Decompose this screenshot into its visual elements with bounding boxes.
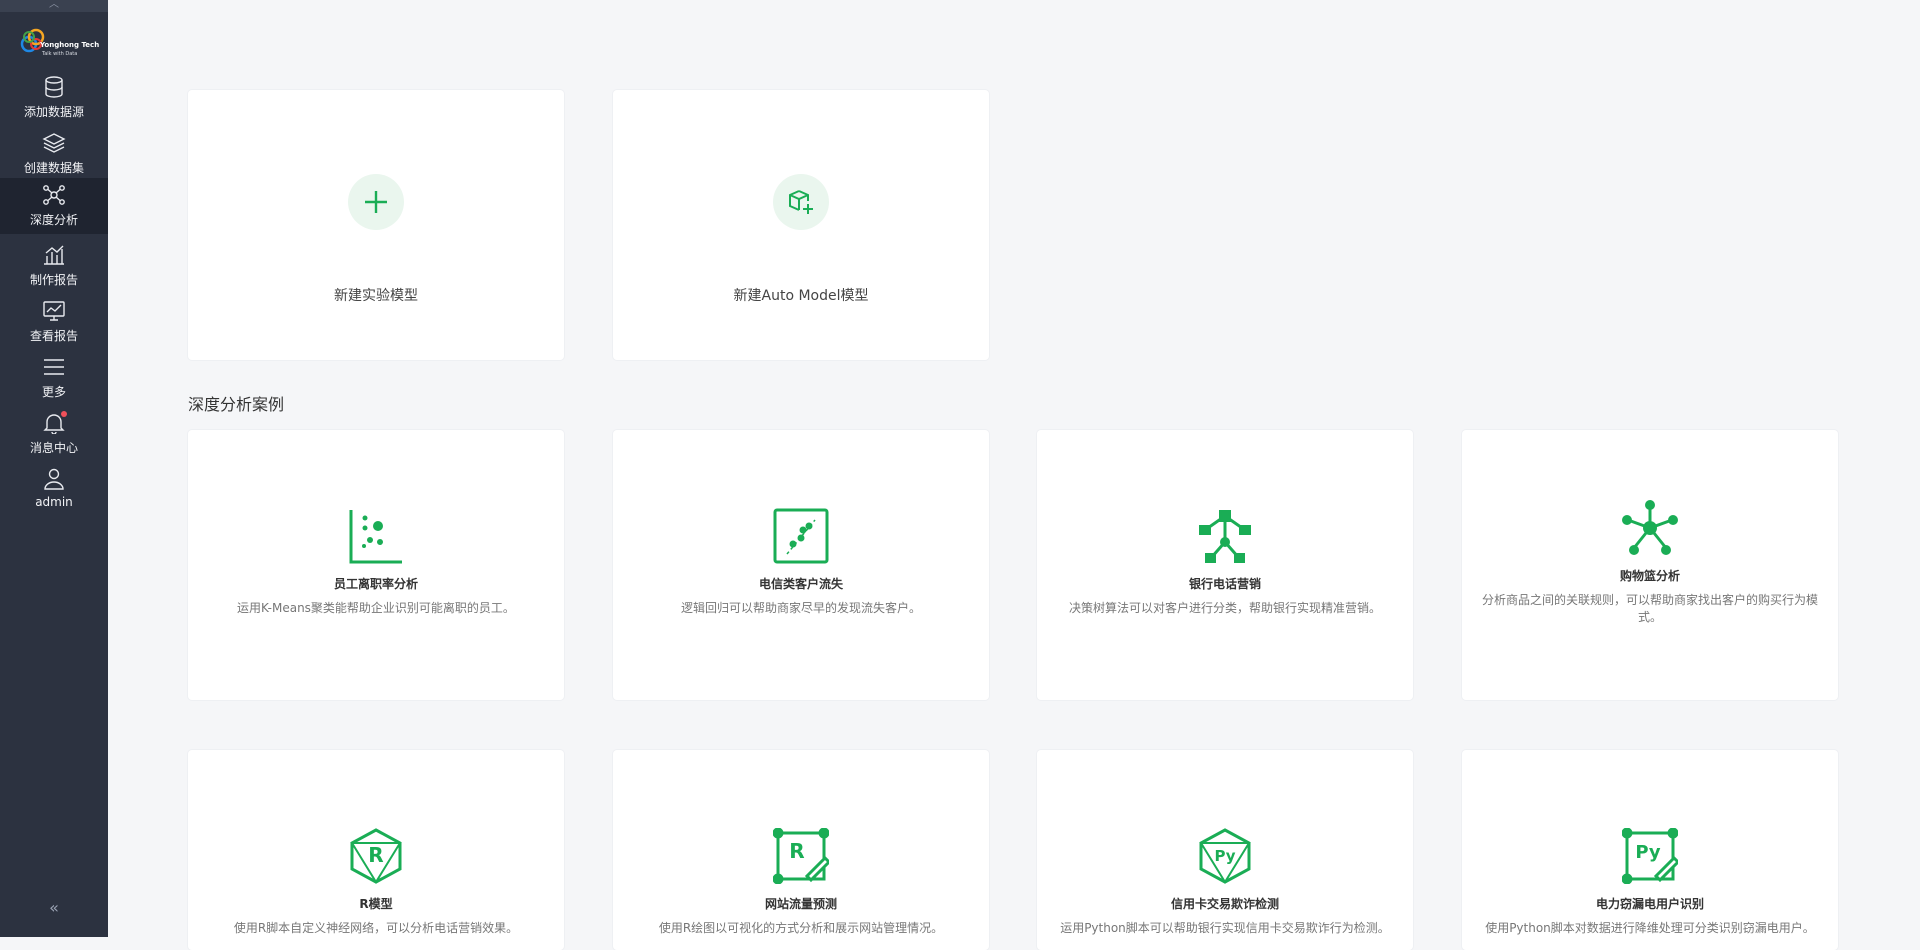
sidebar-item-label: 深度分析	[29, 213, 78, 227]
sidebar-item-admin[interactable]: admin	[0, 462, 108, 518]
cube-plus-icon-circle	[773, 174, 829, 230]
logo-title: Yonghong Tech	[40, 41, 100, 49]
logo[interactable]: Yonghong Tech Talk with Data	[18, 24, 99, 60]
bar-chart-icon	[44, 245, 64, 265]
svg-text:R: R	[368, 843, 383, 867]
svg-text:R: R	[789, 839, 804, 863]
case-title: R模型	[359, 897, 393, 911]
r-hexagon-icon: R	[350, 828, 402, 884]
case-title: 信用卡交易欺诈检测	[1170, 897, 1279, 911]
r-edit-icon: R	[773, 828, 829, 884]
regression-chart-icon	[773, 508, 829, 564]
svg-text:Py: Py	[1214, 847, 1235, 865]
scatter-plot-icon	[349, 510, 402, 564]
case-title: 购物篮分析	[1619, 569, 1680, 583]
case-card[interactable]: Py 信用卡交易欺诈检测 运用Python脚本可以帮助银行实现信用卡交易欺诈行为…	[1037, 750, 1413, 950]
case-card[interactable]: 员工离职率分析 运用K-Means聚类能帮助企业识别可能离职的员工。	[188, 430, 564, 700]
new-automodel-label: 新建Auto Model模型	[733, 288, 869, 304]
case-card[interactable]: 银行电话营销 决策树算法可以对客户进行分类，帮助银行实现精准营销。	[1037, 430, 1413, 700]
sidebar-item-label: 制作报告	[29, 273, 78, 287]
section-title: 深度分析案例	[188, 395, 285, 414]
python-edit-icon: Py	[1622, 828, 1678, 884]
case-description: 运用Python脚本可以帮助银行实现信用卡交易欺诈行为检测。	[1060, 921, 1390, 935]
layers-icon	[42, 133, 66, 153]
network-icon	[43, 185, 65, 205]
sidebar-item-message-center[interactable]: 消息中心	[0, 406, 108, 462]
case-title: 电信类客户流失	[758, 577, 843, 591]
case-card[interactable]: 购物篮分析 分析商品之间的关联规则，可以帮助商家找出客户的购买行为模式。	[1462, 430, 1838, 700]
decision-tree-icon	[1199, 510, 1251, 563]
case-description: 使用R绘图以可视化的方式分析和展示网站管理情况。	[658, 921, 944, 935]
python-hexagon-icon: Py	[1199, 828, 1251, 884]
case-description: 决策树算法可以对客户进行分类，帮助银行实现精准营销。	[1068, 601, 1381, 615]
database-icon	[45, 76, 63, 98]
sidebar-item-view-report[interactable]: 查看报告	[0, 294, 108, 350]
sidebar-item-more[interactable]: 更多	[0, 350, 108, 406]
case-description: 分析商品之间的关联规则，可以帮助商家找出客户的购买行为模式。	[1481, 593, 1818, 624]
double-chevron-left-icon[interactable]: «	[44, 898, 64, 918]
new-experiment-card[interactable]: 新建实验模型	[188, 90, 564, 360]
notification-badge	[61, 411, 67, 417]
sidebar: ︿ Yonghong Tech Talk with Data 添加数据源 创建数…	[0, 0, 108, 937]
sidebar-item-label: 更多	[41, 385, 66, 399]
sidebar-item-label: 创建数据集	[23, 161, 84, 175]
association-network-icon	[1622, 500, 1678, 555]
case-description: 使用Python脚本对数据进行降维处理可分类识别窃漏电用户。	[1485, 921, 1815, 935]
case-description: 逻辑回归可以帮助商家尽早的发现流失客户。	[680, 601, 921, 615]
sidebar-item-label: 添加数据源	[23, 105, 84, 119]
case-card[interactable]: R R模型 使用R脚本自定义神经网络，可以分析电话营销效果。	[188, 750, 564, 950]
case-title: 电力窃漏电用户识别	[1595, 897, 1704, 911]
sidebar-item-add-datasource[interactable]: 添加数据源	[0, 70, 108, 126]
sidebar-item-label: admin	[35, 495, 73, 509]
case-card[interactable]: R 网站流量预测 使用R绘图以可视化的方式分析和展示网站管理情况。	[613, 750, 989, 950]
case-card[interactable]: Py 电力窃漏电用户识别 使用Python脚本对数据进行降维处理可分类识别窃漏电…	[1462, 750, 1838, 950]
sidebar-item-label: 消息中心	[29, 441, 78, 455]
case-title: 员工离职率分析	[333, 577, 418, 591]
plus-icon-circle	[348, 174, 404, 230]
monitor-chart-icon	[43, 301, 65, 321]
user-icon	[44, 468, 64, 490]
case-title: 银行电话营销	[1188, 577, 1261, 591]
sidebar-item-label: 查看报告	[29, 329, 78, 343]
case-description: 运用K-Means聚类能帮助企业识别可能离职的员工。	[237, 601, 515, 615]
case-card[interactable]: 电信类客户流失 逻辑回归可以帮助商家尽早的发现流失客户。	[613, 430, 989, 700]
case-description: 使用R脚本自定义神经网络，可以分析电话营销效果。	[233, 921, 519, 935]
plus-icon	[365, 191, 387, 213]
sidebar-item-deep-analysis[interactable]: 深度分析	[0, 178, 108, 234]
new-experiment-label: 新建实验模型	[334, 288, 418, 304]
sidebar-item-make-report[interactable]: 制作报告	[0, 238, 108, 294]
logo-subtitle: Talk with Data	[42, 51, 78, 57]
scroll-up-icon[interactable]: ︿	[0, 0, 108, 12]
menu-icon	[44, 359, 64, 375]
new-automodel-card[interactable]: 新建Auto Model模型	[613, 90, 989, 360]
sidebar-item-create-dataset[interactable]: 创建数据集	[0, 126, 108, 182]
case-title: 网站流量预测	[764, 897, 837, 911]
cube-plus-icon	[789, 190, 813, 214]
svg-text:Py: Py	[1635, 842, 1661, 863]
